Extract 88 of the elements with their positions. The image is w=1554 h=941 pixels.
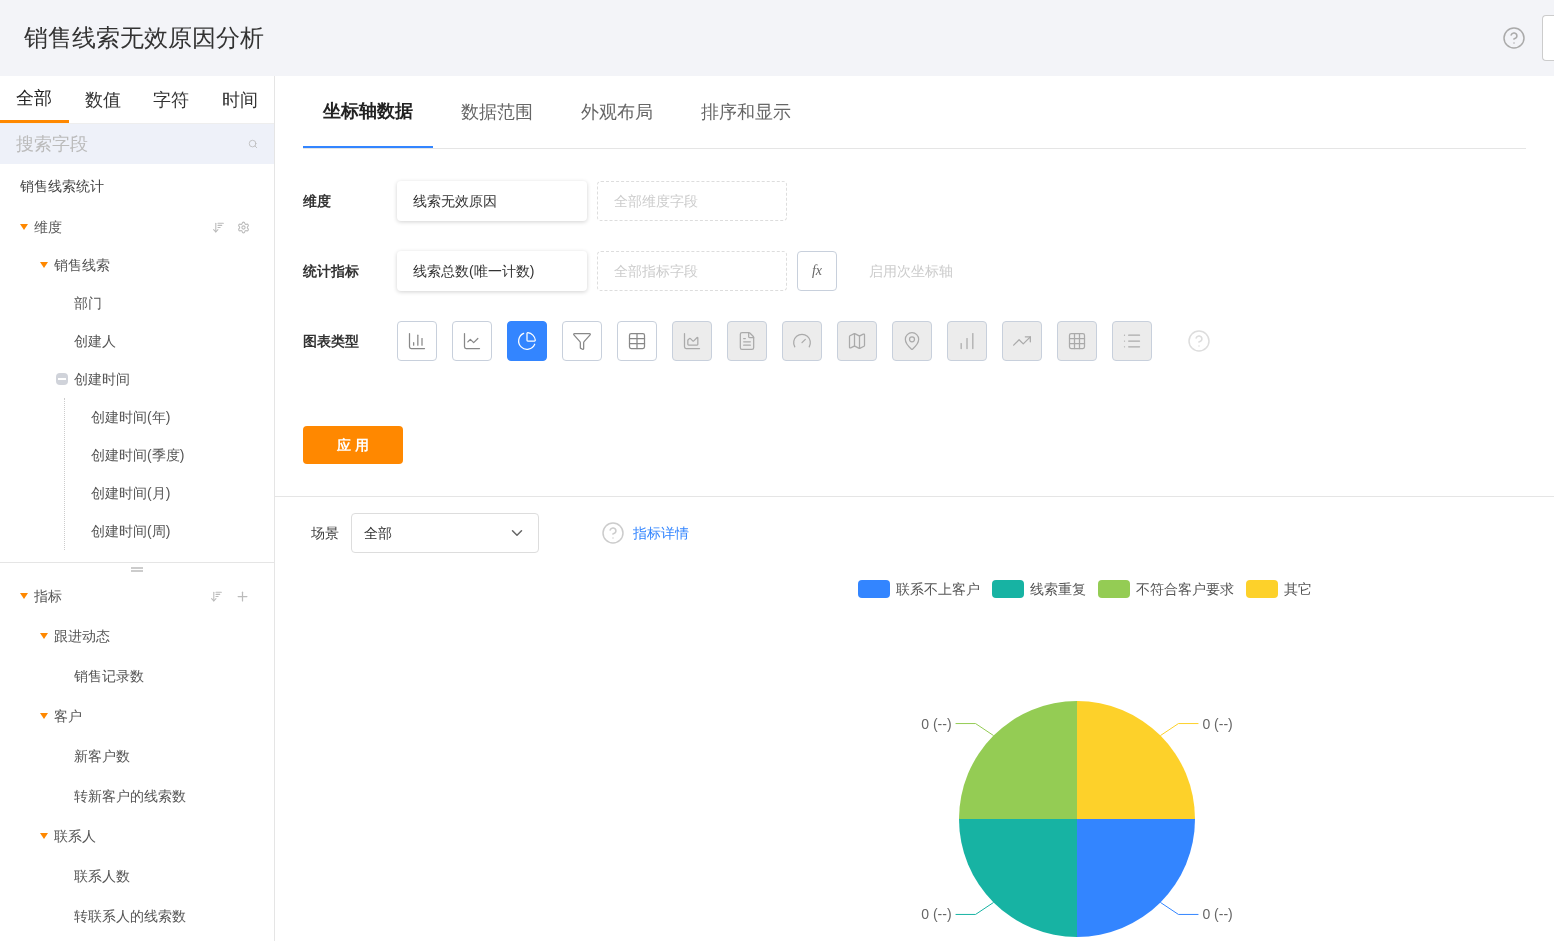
tree-item[interactable]: 创建时间	[74, 369, 130, 389]
legend-label[interactable]: 不符合客户要求	[1135, 579, 1234, 599]
slice-label: 0 (--)	[1202, 906, 1233, 923]
tree-item[interactable]: 转新客户的线索数	[74, 786, 186, 806]
search-field[interactable]: 搜索字段	[0, 124, 274, 164]
tree-item[interactable]: 部门	[74, 293, 102, 313]
caret-icon[interactable]	[40, 833, 48, 839]
help-icon[interactable]	[601, 521, 625, 545]
tree-item[interactable]: 创建时间(年)	[91, 407, 171, 427]
tree-item[interactable]: 销售记录数	[74, 666, 144, 686]
config-tab[interactable]: 外观布局	[561, 76, 673, 148]
leader-line	[1159, 723, 1199, 737]
tree-item[interactable]: 客户	[54, 706, 82, 726]
field-chip[interactable]: 线索总数(唯一计数)	[397, 251, 587, 291]
slice-label: 0 (--)	[921, 715, 952, 732]
pie-slice[interactable]	[1077, 819, 1195, 937]
tree-item[interactable]: 创建时间(周)	[91, 521, 171, 541]
config-tab[interactable]: 排序和显示	[681, 76, 811, 148]
bubble-map-chart-icon	[902, 331, 922, 351]
heatmap-chart-icon	[1067, 331, 1087, 351]
caret-icon[interactable]	[40, 633, 48, 639]
tree-item[interactable]: 转联系人的线索数	[74, 906, 186, 926]
scene-label: 场景	[311, 524, 339, 543]
tree-item[interactable]: 跟进动态	[54, 626, 110, 646]
settings-icon[interactable]	[237, 220, 250, 234]
search-input[interactable]: 搜索字段	[16, 130, 248, 158]
tree-item[interactable]: 联系人	[54, 826, 96, 846]
formula-button[interactable]: fx	[797, 251, 837, 291]
tree-item[interactable]: 创建人	[74, 331, 116, 351]
tree-item[interactable]: 新客户数	[74, 746, 130, 766]
legend-swatch[interactable]	[1097, 580, 1130, 598]
pie-slice[interactable]	[1077, 701, 1195, 819]
sort-icon[interactable]	[212, 220, 225, 234]
config-tab[interactable]: 数据范围	[441, 76, 553, 148]
legend-label[interactable]: 线索重复	[1029, 579, 1086, 599]
field-tab[interactable]: 字符	[137, 76, 206, 123]
area-chart-icon	[682, 331, 702, 351]
tree-item[interactable]: 联系人数	[74, 866, 130, 886]
tree-item[interactable]: 销售线索	[54, 255, 110, 275]
chart-type-button[interactable]	[452, 321, 492, 361]
leader-line	[955, 723, 995, 737]
chart-type-button[interactable]	[562, 321, 602, 361]
slice-label: 0 (--)	[1202, 715, 1233, 732]
chart-type-button[interactable]	[507, 321, 547, 361]
collapse-icon[interactable]	[56, 373, 68, 385]
add-icon[interactable]	[235, 588, 250, 604]
legend-label[interactable]: 其它	[1283, 579, 1312, 599]
line-chart-icon	[462, 331, 482, 351]
row-label: 维度	[303, 192, 332, 211]
map-chart-icon	[847, 331, 867, 351]
field-tab[interactable]: 时间	[205, 76, 274, 123]
legend-label[interactable]: 联系不上客户	[895, 579, 980, 599]
section-title: 维度	[34, 218, 63, 237]
card-chart-icon	[737, 331, 757, 351]
caret-icon[interactable]	[40, 713, 48, 719]
field-chip[interactable]: 线索无效原因	[397, 181, 587, 221]
caret-icon[interactable]	[20, 224, 28, 230]
table-chart-icon	[627, 331, 647, 351]
bar-chart-icon	[407, 331, 427, 351]
tree-item[interactable]: 创建时间(季度)	[91, 445, 185, 465]
header-button[interactable]	[1542, 15, 1554, 61]
tree-item[interactable]: 创建时间(月)	[91, 483, 171, 503]
legend-swatch[interactable]	[857, 580, 890, 598]
resize-handle[interactable]	[131, 567, 143, 572]
pie-chart-icon	[517, 331, 537, 351]
source-label: 销售线索统计	[19, 177, 105, 196]
config-tab[interactable]: 坐标轴数据	[303, 76, 433, 148]
chart-type-button[interactable]	[397, 321, 437, 361]
row-label: 统计指标	[303, 262, 360, 281]
slice-label: 0 (--)	[921, 906, 952, 923]
field-tab[interactable]: 数值	[68, 76, 137, 123]
funnel-chart-icon	[572, 331, 592, 351]
metric-details-link[interactable]: 指标详情	[633, 523, 689, 543]
page-title: 销售线索无效原因分析	[24, 23, 265, 53]
row-label: 图表类型	[303, 332, 360, 351]
pie-slice[interactable]	[959, 819, 1077, 937]
legend-swatch[interactable]	[1245, 580, 1278, 598]
section-title: 指标	[34, 587, 63, 606]
chart-type-button[interactable]	[617, 321, 657, 361]
sort-icon[interactable]	[210, 589, 223, 603]
pie-slice[interactable]	[959, 701, 1077, 819]
caret-icon[interactable]	[20, 593, 28, 599]
scene-select[interactable]: 全部	[351, 513, 539, 553]
leader-line	[955, 901, 995, 915]
help-icon[interactable]	[1502, 26, 1526, 50]
caret-icon[interactable]	[40, 262, 48, 268]
leader-line	[1159, 901, 1199, 915]
legend-swatch[interactable]	[991, 580, 1024, 598]
